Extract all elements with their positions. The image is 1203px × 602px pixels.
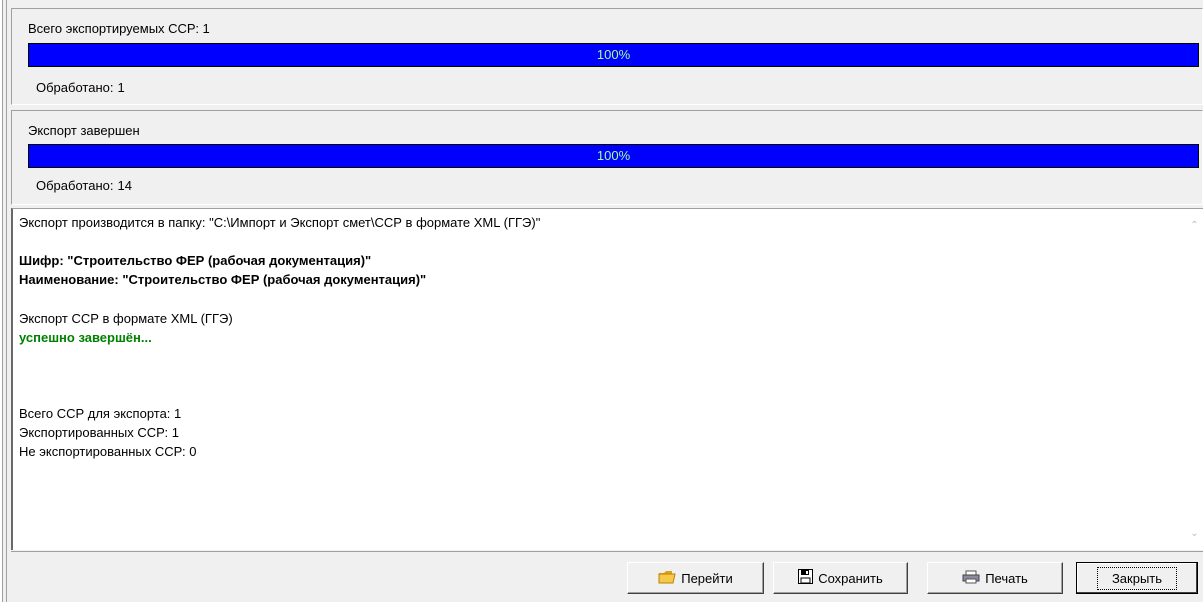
total-processed: Обработано: 1 [36, 80, 125, 95]
status-processed-label: Обработано: [36, 178, 114, 193]
floppy-disk-icon [798, 569, 814, 587]
scroll-up-icon[interactable]: ⌃ [1190, 221, 1199, 231]
goto-button-label: Перейти [681, 570, 733, 586]
button-bar: Перейти Сохранить Печать Закрыть [11, 551, 1203, 602]
export-log[interactable]: Экспорт производится в папку: "C:\Импорт… [11, 208, 1203, 550]
window-edge [0, 0, 3, 602]
status-progress-panel: Экспорт завершен 100% Обработано: 14 [11, 110, 1203, 205]
print-button[interactable]: Печать [927, 562, 1063, 594]
export-dialog: Всего экспортируемых ССР: 1 100% Обработ… [0, 0, 1203, 602]
print-button-label: Печать [985, 570, 1028, 586]
printer-icon [962, 570, 980, 587]
total-progress-title: Всего экспортируемых ССР: 1 [28, 21, 210, 36]
total-progress-panel: Всего экспортируемых ССР: 1 100% Обработ… [11, 8, 1203, 105]
log-exported: Экспортированных ССР: 1 [19, 425, 179, 440]
status-progress-bar: 100% [28, 144, 1199, 168]
status-progress-title: Экспорт завершен [28, 123, 140, 138]
scroll-down-icon[interactable]: ⌄ [1190, 529, 1199, 539]
log-export-folder: Экспорт производится в папку: "C:\Импорт… [19, 215, 541, 230]
status-processed: Обработано: 14 [36, 178, 132, 193]
total-processed-value: 1 [117, 80, 125, 95]
folder-icon [658, 570, 676, 587]
goto-button[interactable]: Перейти [627, 562, 764, 594]
log-export-type: Экспорт ССР в формате XML (ГГЭ) [19, 311, 233, 326]
close-button-label: Закрыть [1096, 566, 1178, 590]
close-button[interactable]: Закрыть [1076, 562, 1198, 594]
total-processed-label: Обработано: [36, 80, 114, 95]
total-progress-bar: 100% [28, 43, 1199, 67]
status-processed-value: 14 [117, 178, 132, 193]
total-progress-percent: 100% [596, 47, 631, 62]
log-name: Наименование: "Строительство ФЕР (рабоча… [19, 272, 427, 287]
log-success: успешно завершён... [19, 330, 152, 345]
save-button-label: Сохранить [818, 570, 883, 586]
window-edge-line [6, 0, 7, 602]
log-total: Всего ССР для экспорта: 1 [19, 406, 182, 421]
log-cipher: Шифр: "Строительство ФЕР (рабочая докуме… [19, 253, 372, 268]
log-scrollbar[interactable]: ⌃ ⌄ [1186, 209, 1203, 549]
log-not-exported: Не экспортированных ССР: 0 [19, 444, 197, 459]
save-button[interactable]: Сохранить [773, 562, 908, 594]
status-progress-percent: 100% [596, 148, 631, 163]
